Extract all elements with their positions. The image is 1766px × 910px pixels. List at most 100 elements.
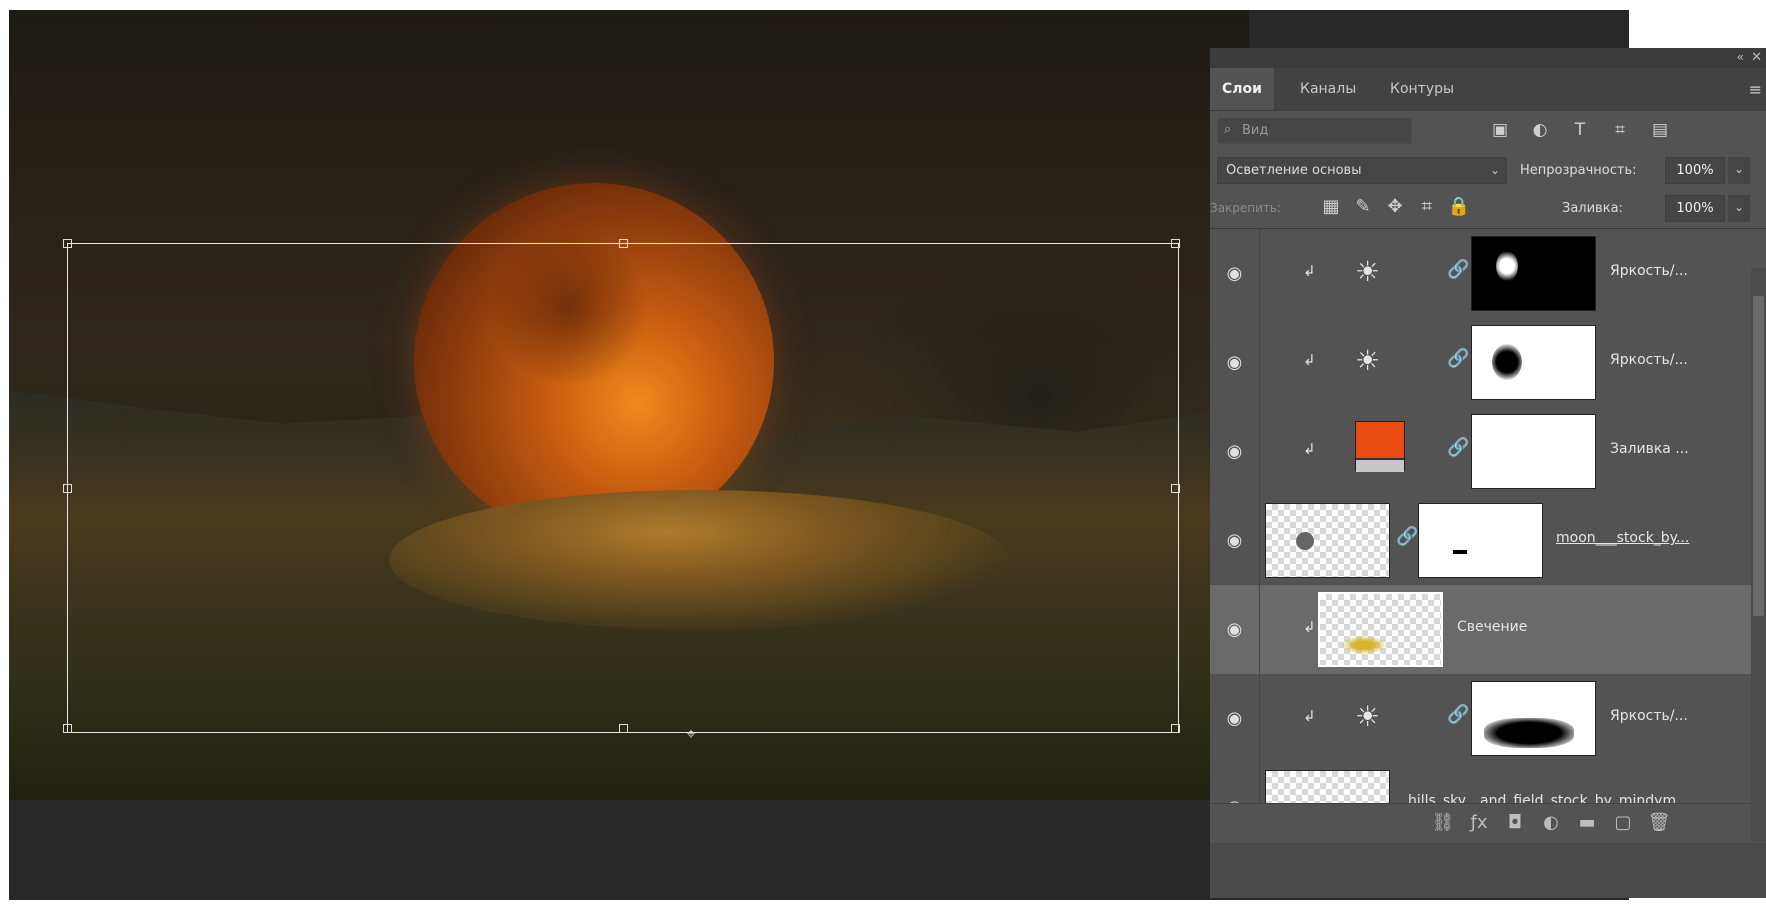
shape-layer-filter-icon[interactable]: ⌗ — [1600, 120, 1640, 140]
trash-icon[interactable]: 🗑 — [1641, 812, 1677, 833]
lock-label: Закрепить: — [1210, 201, 1282, 215]
fill-color-swatch[interactable] — [1355, 421, 1405, 472]
opacity-dropdown-icon[interactable]: ⌄ — [1728, 157, 1750, 184]
layer-row[interactable]: ◉ hills_sky__and_field_stock_by_mindym..… — [1210, 763, 1751, 803]
chain-link-icon[interactable]: 🔗 — [1447, 259, 1469, 280]
lock-position-icon[interactable]: ✥ — [1379, 196, 1411, 217]
new-group-icon[interactable]: ▬ — [1569, 812, 1605, 833]
clip-arrow-icon: ↲ — [1303, 262, 1316, 280]
layer-name[interactable]: Яркость/... — [1610, 263, 1688, 279]
layer-row[interactable]: ◉ ↲ ☀ 🔗 Яркость/... — [1210, 229, 1751, 319]
fx-icon[interactable]: ƒx — [1461, 812, 1497, 833]
layer-name[interactable]: Заливка ... — [1610, 441, 1689, 457]
layer-row[interactable]: ◉ ↲ 🔗 Заливка ... — [1210, 407, 1751, 497]
brightness-icon: ☀ — [1355, 344, 1381, 377]
clip-arrow-icon: ↲ — [1303, 351, 1316, 369]
transform-handle-bottom-right[interactable] — [1171, 724, 1180, 733]
layer-mask-thumbnail[interactable] — [1471, 236, 1596, 311]
layer-row[interactable]: ◉ ↲ ☀ 🔗 Яркость/... — [1210, 674, 1751, 764]
layer-mask-thumbnail[interactable] — [1418, 503, 1543, 578]
layer-thumbnail[interactable] — [1265, 770, 1390, 803]
eye-icon[interactable]: ◉ — [1210, 763, 1260, 803]
layer-name[interactable]: hills_sky__and_field_stock_by_mindym... — [1408, 793, 1689, 803]
tab-channels[interactable]: Каналы — [1288, 68, 1368, 110]
transform-handle-bottom-center[interactable] — [619, 724, 628, 733]
layer-name[interactable]: Яркость/... — [1610, 708, 1688, 724]
blend-mode-value: Осветление основы — [1226, 163, 1362, 178]
panel-tabs: Слои Каналы Контуры ≡ — [1210, 68, 1766, 111]
layer-name[interactable]: Свечение — [1457, 619, 1527, 635]
layers-scrollbar[interactable] — [1751, 268, 1766, 842]
opacity-label: Непрозрачность: — [1520, 163, 1637, 178]
fill-input[interactable]: 100% — [1665, 195, 1725, 222]
layer-name[interactable]: moon___stock_by... — [1556, 530, 1689, 546]
tab-layers[interactable]: Слои — [1210, 68, 1274, 110]
clip-arrow-icon: ↲ — [1303, 707, 1316, 725]
free-transform-box[interactable]: ⌖ — [63, 239, 1180, 742]
panel-menu-icon[interactable]: ≡ — [1749, 80, 1762, 99]
eye-icon[interactable]: ◉ — [1210, 407, 1260, 496]
scroll-thumb[interactable] — [1753, 296, 1764, 616]
eye-icon[interactable]: ◉ — [1210, 229, 1260, 318]
type-layer-filter-icon[interactable]: T — [1560, 120, 1600, 140]
pixel-layer-filter-icon[interactable]: ▣ — [1480, 120, 1520, 140]
lock-all-icon[interactable]: 🔒 — [1443, 196, 1475, 217]
clip-arrow-icon: ↲ — [1303, 618, 1316, 636]
blend-row: Осветление основы ⌄ Непрозрачность: 100%… — [1210, 152, 1766, 190]
adjustment-layer-icon[interactable]: ◐ — [1533, 812, 1569, 833]
smart-object-filter-icon[interactable]: ▤ — [1640, 120, 1680, 140]
layer-mask-thumbnail[interactable] — [1471, 325, 1596, 400]
chain-link-icon[interactable]: 🔗 — [1447, 437, 1469, 458]
filter-kind-label: Вид — [1242, 123, 1269, 138]
panel-title-bar: « ✕ — [1210, 48, 1766, 68]
layer-row[interactable]: ◉ ↲ ☀ 🔗 Яркость/... — [1210, 318, 1751, 408]
layer-mask-thumbnail[interactable] — [1471, 681, 1596, 756]
layer-row-selected[interactable]: ◉ ↲ Свечение — [1210, 585, 1751, 675]
footer-icons: ⛓ ƒx ◘ ◐ ▬ ▢ 🗑 — [1425, 812, 1677, 833]
transform-handle-top-center[interactable] — [619, 239, 628, 248]
fill-dropdown-icon[interactable]: ⌄ — [1728, 195, 1750, 222]
link-layers-icon[interactable]: ⛓ — [1425, 812, 1461, 833]
eye-icon[interactable]: ◉ — [1210, 496, 1260, 585]
clip-arrow-icon: ↲ — [1303, 440, 1316, 458]
lock-row: Закрепить: ▦ ✎ ✥ ⌗ 🔒 Заливка: 100% ⌄ — [1210, 190, 1766, 229]
layer-mask-thumbnail[interactable] — [1471, 414, 1596, 489]
collapse-icon[interactable]: « — [1737, 50, 1744, 64]
eye-icon[interactable]: ◉ — [1210, 585, 1260, 674]
eye-icon[interactable]: ◉ — [1210, 674, 1260, 763]
tab-paths[interactable]: Контуры — [1378, 68, 1466, 110]
layer-thumbnail[interactable] — [1265, 503, 1390, 578]
transform-handle-top-left[interactable] — [63, 239, 72, 248]
blend-mode-select[interactable]: Осветление основы ⌄ — [1217, 157, 1507, 184]
chain-link-icon[interactable]: 🔗 — [1447, 348, 1469, 369]
fill-label: Заливка: — [1562, 201, 1623, 216]
filter-kind-select[interactable]: ⌕ Вид — [1217, 118, 1412, 144]
lock-transparent-icon[interactable]: ▦ — [1315, 196, 1347, 217]
chain-link-icon[interactable]: 🔗 — [1447, 704, 1469, 725]
add-mask-icon[interactable]: ◘ — [1497, 812, 1533, 833]
layers-panel: « ✕ Слои Каналы Контуры ≡ ⌕ Вид ▣ ◐ T ⌗ ▤ Ос… — [1210, 48, 1766, 898]
transform-handle-bottom-left[interactable] — [63, 724, 72, 733]
transform-handle-top-right[interactable] — [1171, 239, 1180, 248]
adjustment-layer-filter-icon[interactable]: ◐ — [1520, 120, 1560, 140]
new-layer-icon[interactable]: ▢ — [1605, 812, 1641, 833]
lock-image-icon[interactable]: ✎ — [1347, 196, 1379, 217]
transform-handle-middle-left[interactable] — [63, 484, 72, 493]
chain-link-icon[interactable]: 🔗 — [1396, 526, 1418, 547]
close-icon[interactable]: ✕ — [1751, 50, 1762, 65]
transform-handle-middle-right[interactable] — [1171, 484, 1180, 493]
lock-artboard-icon[interactable]: ⌗ — [1411, 196, 1443, 217]
search-icon: ⌕ — [1224, 122, 1232, 137]
photoshop-workspace: ⌖ « ✕ Слои Каналы Контуры ≡ ⌕ Вид ▣ ◐ T ⌗ ▤ … — [0, 0, 1766, 910]
layer-row[interactable]: ◉ 🔗 moon___stock_by... — [1210, 496, 1751, 586]
opacity-input[interactable]: 100% — [1665, 157, 1725, 184]
panel-footer: ⛓ ƒx ◘ ◐ ▬ ▢ 🗑 — [1210, 803, 1766, 844]
reference-point-icon[interactable]: ⌖ — [683, 726, 699, 742]
layer-list: ◉ ↲ ☀ 🔗 Яркость/... ◉ ↲ ☀ 🔗 Яркость/... — [1210, 229, 1751, 803]
eye-icon[interactable]: ◉ — [1210, 318, 1260, 407]
panel-resize-bar[interactable] — [1210, 843, 1766, 898]
brightness-icon: ☀ — [1355, 255, 1381, 288]
lock-icons: ▦ ✎ ✥ ⌗ 🔒 — [1315, 196, 1475, 217]
layer-name[interactable]: Яркость/... — [1610, 352, 1688, 368]
layer-thumbnail[interactable] — [1318, 592, 1443, 667]
